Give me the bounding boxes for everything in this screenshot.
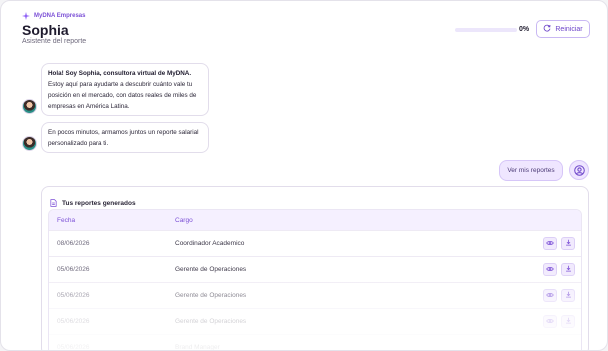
eye-icon: [546, 292, 554, 300]
download-button[interactable]: [561, 263, 575, 276]
table-row: 05/06/2026 Gerente de Operaciones: [49, 308, 581, 334]
row-role: Coordinador Academico: [175, 240, 245, 247]
row-actions: [543, 315, 581, 328]
row-role: Gerente de Operaciones: [175, 318, 247, 325]
row-date: 05/06/2026: [57, 292, 90, 299]
brand-name: MyDNA Empresas: [34, 13, 86, 19]
restart-button[interactable]: Reiniciar: [536, 20, 590, 38]
chat-message-intro: En pocos minutos, armamos juntos un repo…: [41, 122, 209, 153]
download-icon: [565, 239, 572, 248]
row-date: 05/06/2026: [57, 266, 90, 273]
user-icon: [569, 160, 589, 180]
table-row: 05/06/2026 Gerente de Operaciones: [49, 256, 581, 282]
header: MyDNA Empresas Sophia Asistente del repo…: [1, 1, 607, 51]
sophia-avatar: [22, 99, 37, 114]
view-reports-button[interactable]: Ver mis reportes: [499, 160, 563, 181]
download-icon: [565, 317, 572, 326]
row-role: Gerente de Operaciones: [175, 266, 247, 273]
message-text: En pocos minutos, armamos juntos un repo…: [48, 129, 199, 147]
chat-message-welcome: Hola! Soy Sophia, consultora virtual de …: [41, 63, 209, 116]
row-actions: [543, 263, 581, 276]
reports-card: Tus reportes generados Fecha Cargo 08/06…: [41, 186, 589, 351]
row-date: 05/06/2026: [57, 344, 90, 351]
view-button[interactable]: [543, 237, 557, 250]
eye-icon: [546, 240, 554, 248]
brand: MyDNA Empresas: [22, 12, 85, 20]
message-body: Estoy aquí para ayudarte a descubrir cuá…: [48, 81, 197, 110]
row-actions: [543, 237, 581, 250]
progress-label: 0%: [519, 26, 530, 33]
message-greeting: Hola! Soy Sophia, consultora virtual de …: [48, 70, 192, 77]
table-row: 08/06/2026 Coordinador Academico: [49, 230, 581, 256]
table-row: 05/06/2026 Gerente de Operaciones: [49, 282, 581, 308]
view-button[interactable]: [543, 263, 557, 276]
eye-icon: [546, 318, 554, 326]
column-header-role: Cargo: [175, 216, 193, 224]
progress-bar: [455, 28, 517, 32]
view-button[interactable]: [543, 315, 557, 328]
row-date: 08/06/2026: [57, 240, 90, 247]
row-date: 05/06/2026: [57, 318, 90, 325]
table-row: 05/06/2026 Brand Manager: [49, 334, 581, 351]
sparkle-icon: [22, 12, 30, 20]
table-header: Fecha Cargo: [49, 210, 581, 230]
view-button[interactable]: [543, 289, 557, 302]
row-actions: [543, 289, 581, 302]
download-button[interactable]: [561, 315, 575, 328]
column-header-date: Fecha: [57, 216, 76, 224]
reports-table: Fecha Cargo 08/06/2026 Coordinador Acade…: [48, 209, 582, 351]
download-button[interactable]: [561, 237, 575, 250]
row-role: Gerente de Operaciones: [175, 292, 247, 299]
restart-label: Reiniciar: [555, 25, 583, 33]
download-icon: [565, 291, 572, 300]
page-subtitle: Asistente del reporte: [22, 38, 87, 45]
page-title: Sophia: [22, 22, 69, 38]
assistant-window: MyDNA Empresas Sophia Asistente del repo…: [0, 0, 608, 351]
row-role: Brand Manager: [175, 344, 220, 351]
download-button[interactable]: [561, 289, 575, 302]
refresh-icon: [543, 24, 551, 34]
sophia-avatar: [22, 136, 37, 151]
download-icon: [565, 265, 572, 274]
eye-icon: [546, 266, 554, 274]
reports-title: Tus reportes generados: [62, 199, 136, 207]
